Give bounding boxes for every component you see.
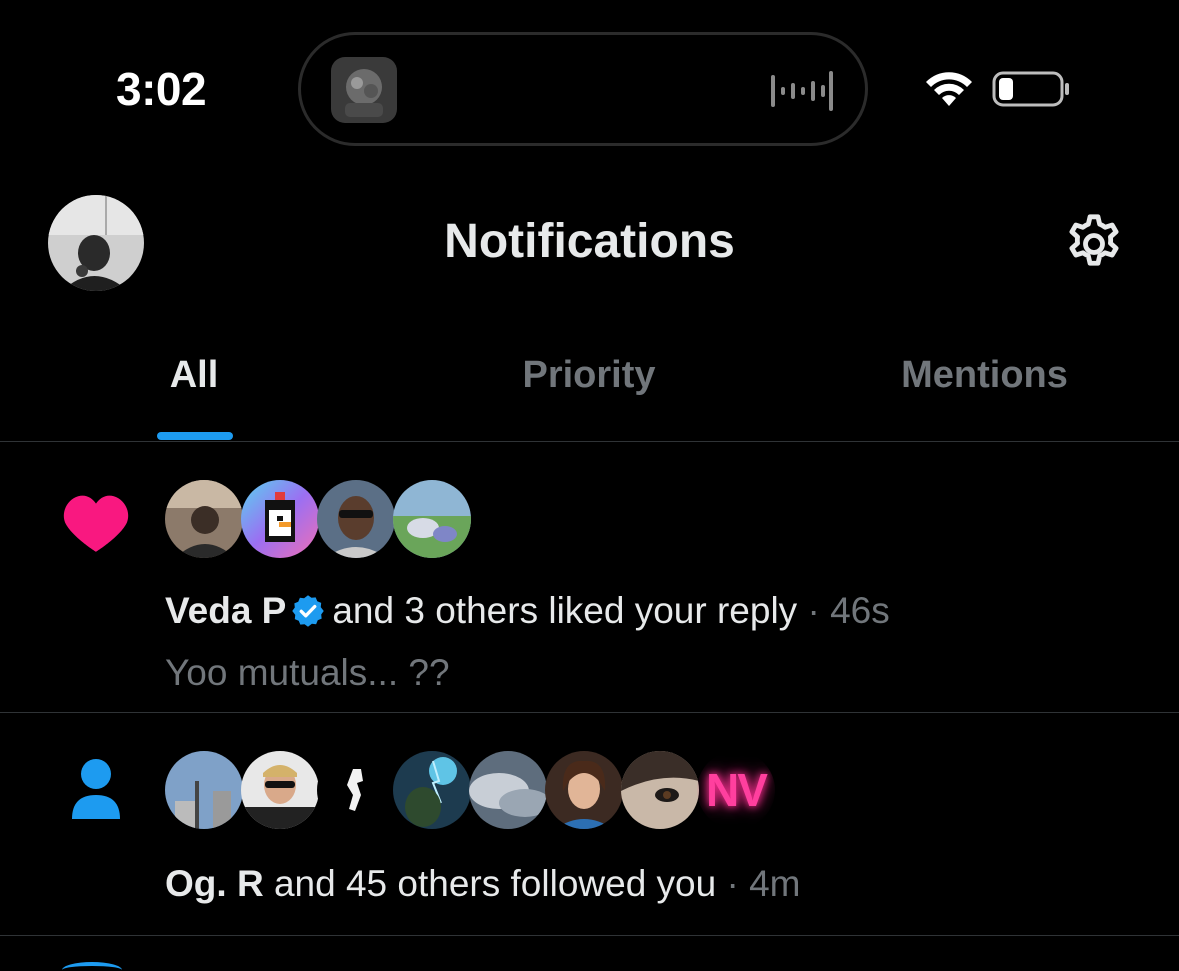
avatar[interactable] <box>469 751 547 829</box>
actor-name[interactable]: Veda P <box>165 590 286 631</box>
separator-dot: · <box>807 590 820 631</box>
avatar[interactable] <box>393 480 471 558</box>
now-playing-artwork <box>331 57 397 123</box>
notification-like[interactable]: Veda P and 3 others liked your reply · 46… <box>0 442 1179 712</box>
wifi-icon <box>924 70 974 113</box>
active-tab-indicator <box>157 432 233 440</box>
notification-text: Veda P and 3 others liked your reply · 46… <box>165 590 890 638</box>
notification-action: and 45 others followed you <box>273 863 717 904</box>
avatar[interactable] <box>241 480 319 558</box>
avatar[interactable] <box>545 751 623 829</box>
row-divider <box>0 935 1179 936</box>
notifications-screen: 3:02 Notifications All Priority Mentions… <box>0 0 1179 971</box>
gear-icon[interactable] <box>1060 210 1128 278</box>
notification-text: Og. R and 45 others followed you · 4m <box>165 863 801 905</box>
page-title: Notifications <box>444 215 735 268</box>
tab-all[interactable]: All <box>0 340 388 442</box>
notification-action: and 3 others liked your reply <box>332 590 798 631</box>
tab-priority[interactable]: Priority <box>388 340 790 442</box>
notification-follow[interactable]: NV Og. R and 45 others followed you · 4m <box>0 713 1179 935</box>
avatar[interactable] <box>621 751 699 829</box>
follower-avatars: NV <box>165 751 773 829</box>
person-icon <box>70 757 122 826</box>
status-time: 3:02 <box>116 63 207 115</box>
battery-icon <box>992 70 1072 113</box>
nv-logo-text: NV <box>706 764 768 816</box>
avatar[interactable] <box>165 751 243 829</box>
actor-name[interactable]: Og. R <box>165 863 264 904</box>
timestamp: 46s <box>830 590 890 631</box>
timestamp: 4m <box>749 863 801 904</box>
tab-mentions[interactable]: Mentions <box>790 340 1179 442</box>
avatar[interactable] <box>317 751 395 829</box>
next-notification-icon <box>62 962 122 971</box>
reply-preview: Yoo mutuals... ?? <box>165 652 450 693</box>
liker-avatars <box>165 480 471 558</box>
avatar[interactable] <box>317 480 395 558</box>
separator-dot: · <box>726 863 739 904</box>
avatar[interactable] <box>393 751 471 829</box>
notification-tabs: All Priority Mentions <box>0 340 1179 442</box>
avatar[interactable]: NV <box>697 751 775 829</box>
audio-waveform-icon <box>769 69 835 118</box>
avatar[interactable] <box>241 751 319 829</box>
verified-badge-icon <box>290 593 326 638</box>
avatar[interactable] <box>165 480 243 558</box>
heart-icon <box>62 492 130 557</box>
dynamic-island[interactable] <box>298 32 868 146</box>
